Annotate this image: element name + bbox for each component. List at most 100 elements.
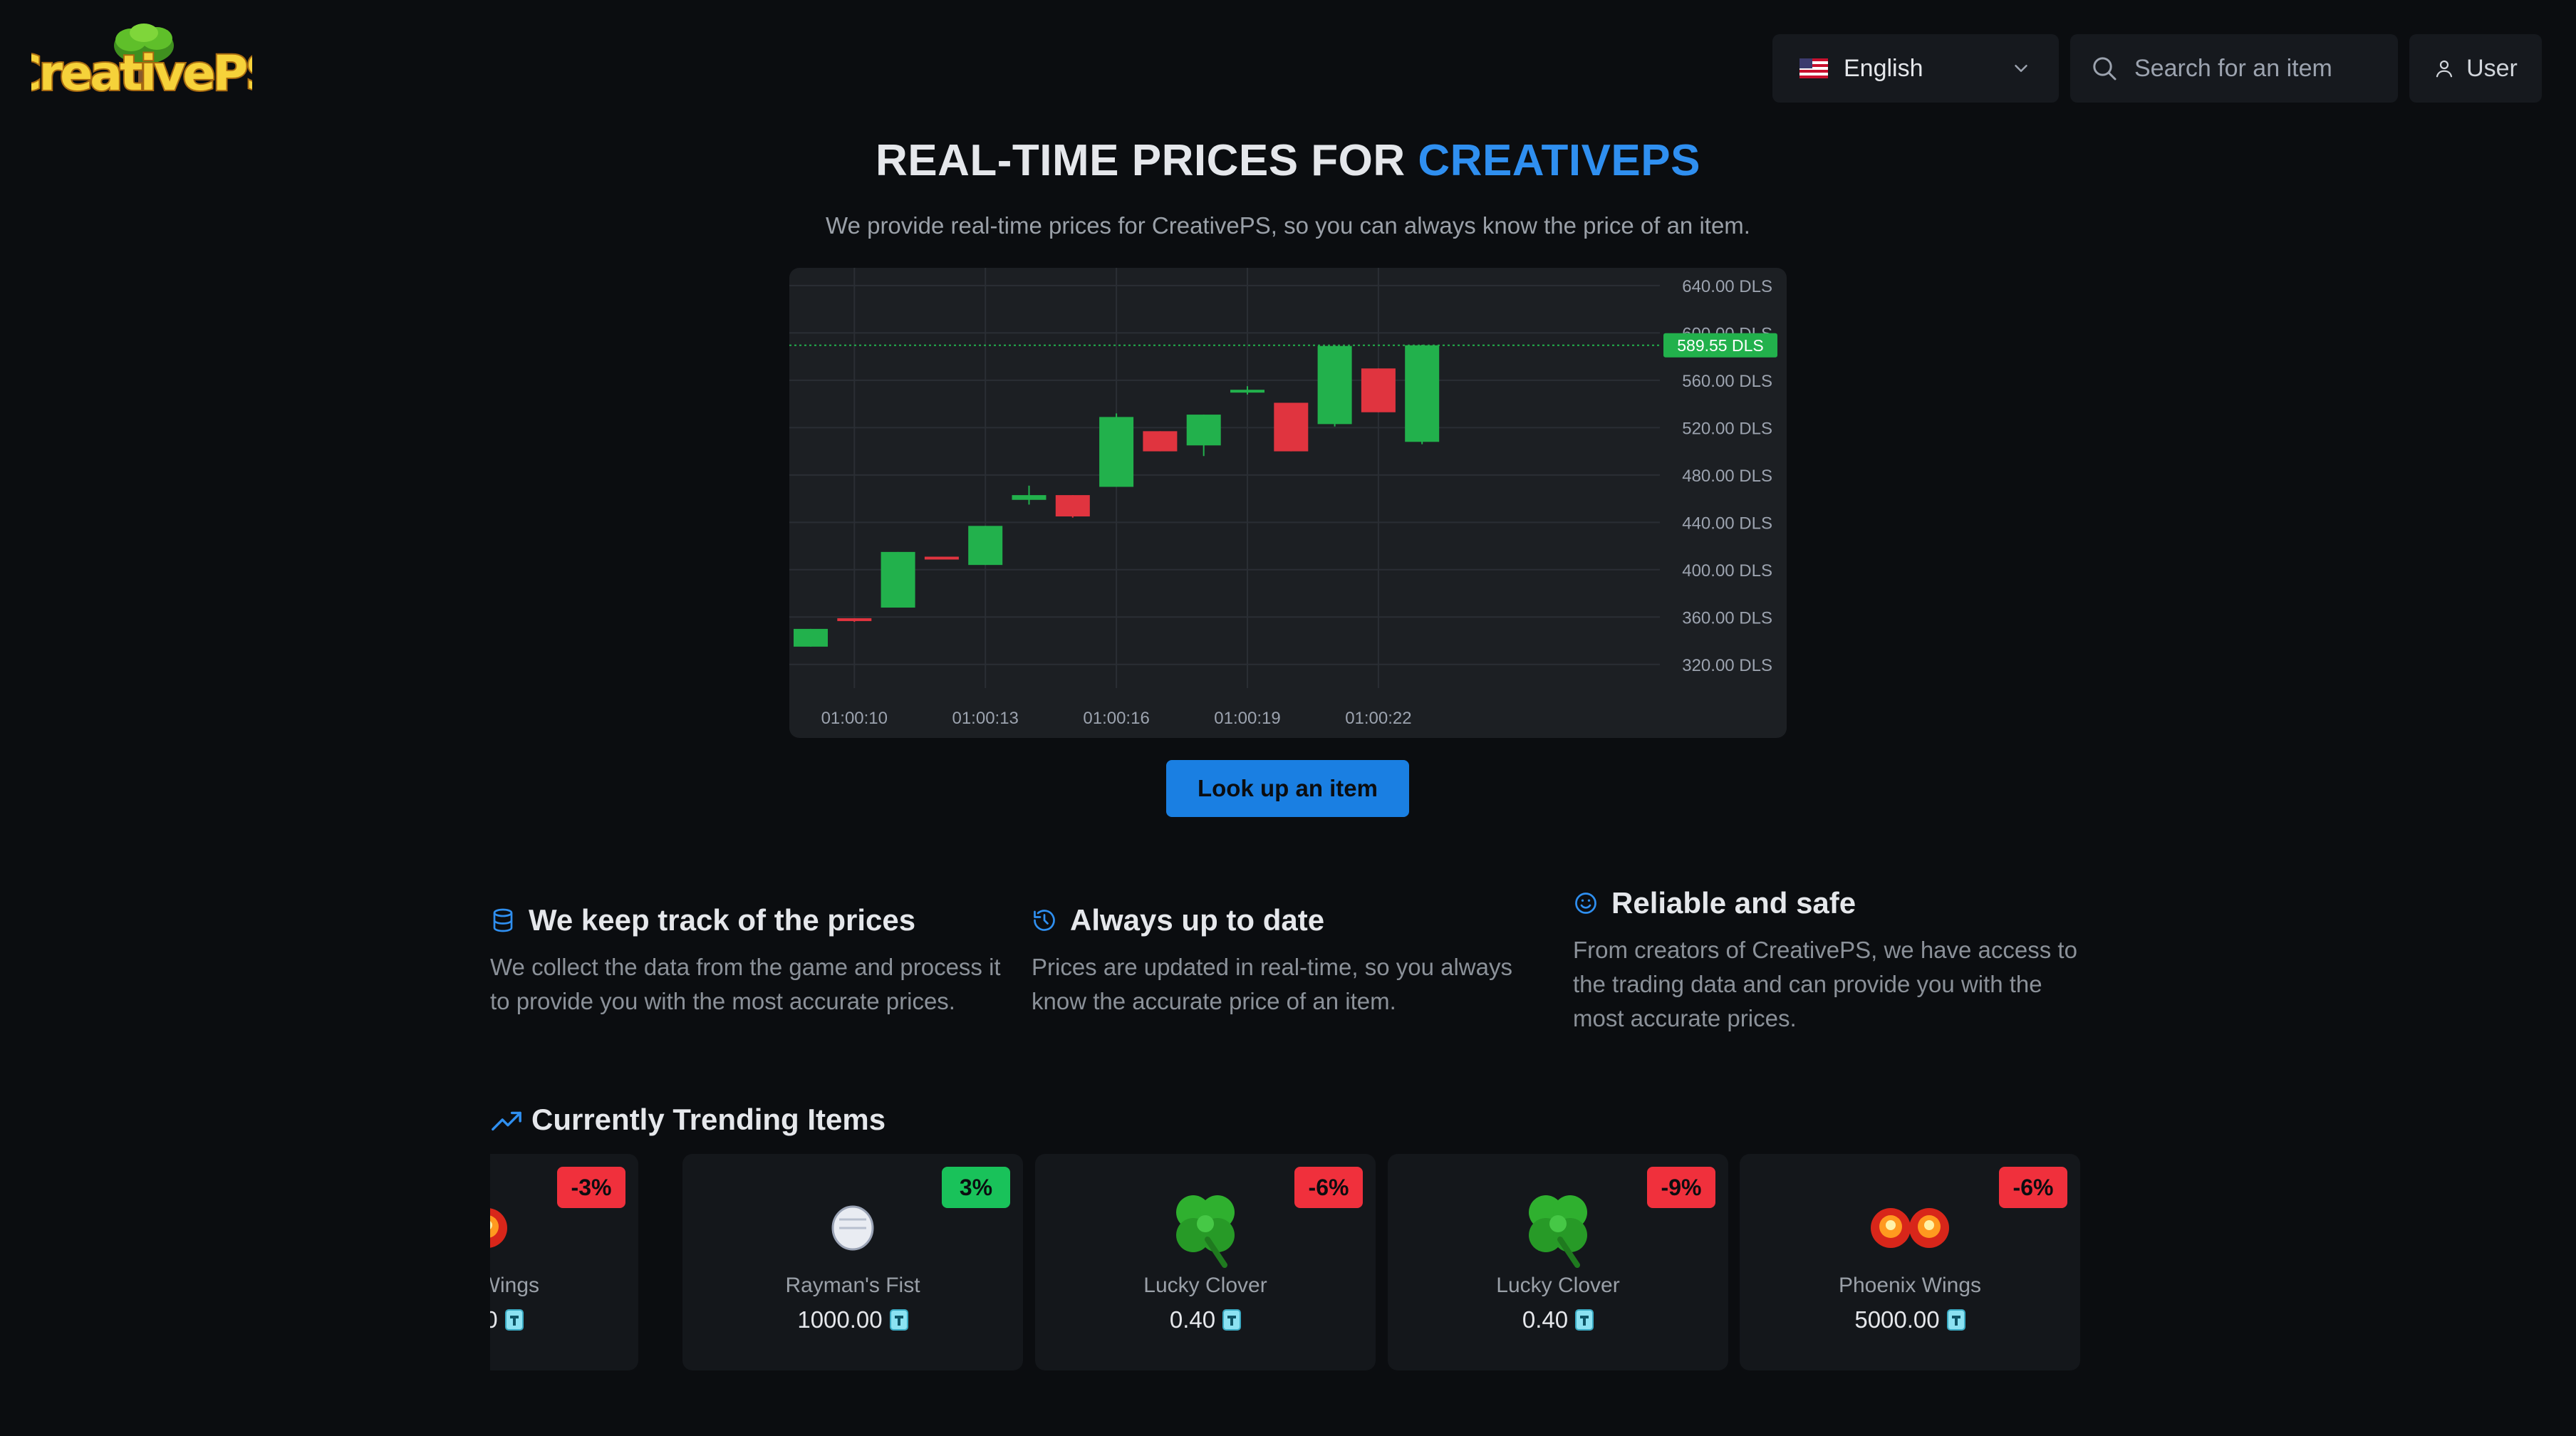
y-tick-label: 400.00 DLS	[1682, 561, 1772, 581]
candle-down	[1274, 402, 1309, 452]
gem-currency-icon	[1575, 1309, 1594, 1331]
phoenix-wings-icon	[490, 1182, 514, 1268]
candle-up	[1405, 345, 1440, 442]
item-name: Lucky Clover	[1496, 1274, 1620, 1297]
gem-currency-icon	[1222, 1309, 1242, 1331]
user-icon	[2436, 60, 2453, 78]
item-name: Phoenix Wings	[490, 1274, 540, 1297]
feature-title: Reliable and safe	[1611, 886, 1856, 920]
item-price-value: 5000.00	[490, 1306, 498, 1333]
title-accent: CREATIVEPS	[1418, 136, 1700, 185]
lucky-clover-icon	[1512, 1182, 1604, 1268]
page-subtitle: We provide real-time prices for Creative…	[826, 212, 1750, 239]
page-title: REAL-TIME PRICES FOR CREATIVEPS	[0, 135, 2576, 186]
candle-down	[1055, 495, 1090, 517]
candlestick-chart[interactable]: 01:00:10 01:00:13 01:00:16 01:00:19 01:00:22…	[789, 268, 1787, 738]
current-price-label: 589.55 DLS	[1677, 336, 1763, 355]
trending-title: Currently Trending Items	[531, 1103, 886, 1136]
item-price-value: 5000.00	[1854, 1306, 1940, 1333]
search-input[interactable]	[2133, 53, 2378, 83]
user-label: User	[2466, 54, 2518, 82]
search-icon	[2093, 57, 2117, 80]
y-tick-label: 560.00 DLS	[1682, 372, 1772, 391]
smiley-icon	[1575, 893, 1596, 914]
x-tick-label: 01:00:16	[1083, 709, 1149, 728]
item-name: Phoenix Wings	[1838, 1274, 1982, 1297]
lucky-clover-icon	[1159, 1182, 1252, 1268]
item-name: Lucky Clover	[1143, 1274, 1267, 1297]
candle-down	[837, 618, 872, 621]
gem-currency-icon	[504, 1309, 524, 1331]
trending-heading: Currently Trending Items	[490, 1103, 886, 1137]
feature-reliable: Reliable and safe From creators of Creat…	[1573, 886, 2086, 1036]
price-change-badge: 3%	[942, 1167, 1010, 1208]
item-price-value: 0.40	[1522, 1306, 1569, 1333]
trending-up-icon	[492, 1111, 521, 1131]
candle-down	[924, 556, 959, 560]
candle-down	[1143, 431, 1178, 452]
price-change-badge: -6%	[1294, 1167, 1363, 1208]
title-main: REAL-TIME PRICES FOR	[876, 136, 1418, 185]
item-name: Rayman's Fist	[785, 1274, 920, 1297]
candle-up	[794, 628, 828, 647]
candle-up	[1012, 495, 1046, 500]
search-box[interactable]	[2070, 34, 2398, 103]
item-price: 5000.00	[1740, 1306, 2080, 1333]
phoenix-wings-icon	[1864, 1182, 1956, 1268]
item-price: 0.40	[1035, 1306, 1376, 1333]
feature-title: We keep track of the prices	[529, 903, 916, 937]
language-label: English	[1844, 54, 1923, 82]
price-change-badge: -6%	[1999, 1167, 2067, 1208]
language-select[interactable]: English	[1772, 34, 2059, 103]
creativeps-logo[interactable]: CreativePS	[5, 21, 281, 110]
x-tick-label: 01:00:19	[1214, 709, 1280, 728]
feature-title: Always up to date	[1070, 903, 1325, 937]
feature-description: From creators of CreativePS, we have acc…	[1573, 937, 2077, 1031]
y-tick-label: 440.00 DLS	[1682, 514, 1772, 533]
item-price-value: 0.40	[1169, 1306, 1216, 1333]
candle-up	[1317, 345, 1352, 425]
item-price: 1000.00	[682, 1306, 1023, 1333]
candle-up	[881, 551, 915, 608]
rayman-fist-icon	[806, 1182, 899, 1268]
x-tick-label: 01:00:13	[952, 709, 1018, 728]
user-button[interactable]: User	[2409, 34, 2542, 103]
database-icon	[493, 908, 513, 932]
gem-currency-icon	[1946, 1309, 1965, 1331]
x-tick-label: 01:00:22	[1345, 709, 1411, 728]
feature-up-to-date: Always up to date Prices are updated in …	[1032, 903, 1544, 1019]
feature-description: We collect the data from the game and pr…	[490, 954, 1001, 1014]
candle-up	[1230, 390, 1264, 393]
y-tick-label: 640.00 DLS	[1682, 277, 1772, 296]
candle-down	[1361, 368, 1396, 412]
price-change-badge: -9%	[1647, 1167, 1715, 1208]
svg-text:CreativePS: CreativePS	[31, 46, 252, 102]
trending-item-card[interactable]: -6% Phoenix Wings 5000.00	[1740, 1154, 2080, 1370]
trending-item-card[interactable]: 3% Rayman's Fist 1000.00	[682, 1154, 1023, 1370]
trending-item-card[interactable]: -9% Lucky Clover 0.40	[1388, 1154, 1728, 1370]
chevron-down-icon	[2015, 65, 2027, 72]
feature-track-prices: We keep track of the prices We collect t…	[490, 903, 1003, 1019]
price-change-badge: -3%	[557, 1167, 625, 1208]
item-price: 5000.00	[490, 1306, 638, 1333]
price-chart[interactable]: 01:00:10 01:00:13 01:00:16 01:00:19 01:00:22…	[789, 268, 1787, 738]
feature-description: Prices are updated in real-time, so you …	[1032, 954, 1512, 1014]
trending-item-card[interactable]: -6% Lucky Clover 0.40	[1035, 1154, 1376, 1370]
item-price: 0.40	[1388, 1306, 1728, 1333]
item-price-value: 1000.00	[797, 1306, 883, 1333]
candle-up	[1099, 417, 1134, 487]
candle-up	[968, 526, 1003, 566]
logo-image: CreativePS	[5, 24, 281, 103]
us-flag-icon	[1799, 58, 1828, 78]
y-tick-label: 320.00 DLS	[1682, 656, 1772, 675]
x-tick-label: 01:00:10	[821, 709, 888, 728]
history-icon	[1034, 910, 1055, 931]
trending-item-card[interactable]: -3% Phoenix Wings 5000.00	[490, 1154, 638, 1370]
y-tick-label: 360.00 DLS	[1682, 608, 1772, 628]
candle-up	[1186, 415, 1221, 446]
y-tick-label: 520.00 DLS	[1682, 419, 1772, 438]
gem-currency-icon	[889, 1309, 908, 1331]
trending-carousel[interactable]: -3% Phoenix Wings 5000.00 3% Rayman's Fist 10…	[490, 1154, 2086, 1370]
look-up-item-button[interactable]: Look up an item	[1166, 760, 1409, 817]
y-tick-label: 480.00 DLS	[1682, 467, 1772, 486]
